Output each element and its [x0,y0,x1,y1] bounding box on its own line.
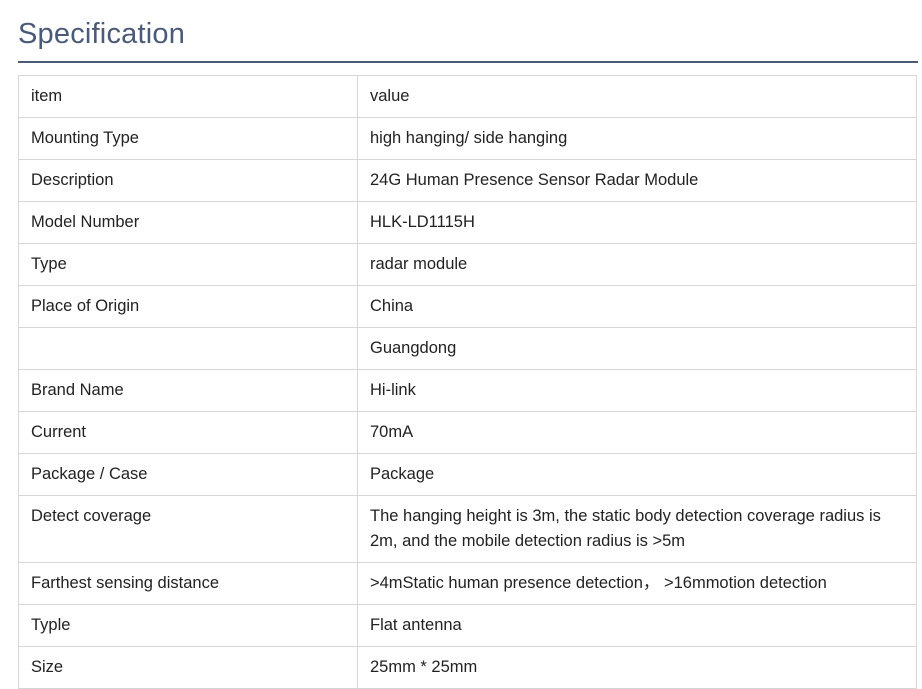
table-row: Brand Name Hi-link [18,369,917,412]
page-title: Specification [18,18,186,50]
cell-item: Model Number [18,201,358,244]
table-row: Size 25mm * 25mm [18,646,917,689]
table-row: Place of Origin China [18,285,917,328]
cell-item: Description [18,159,358,202]
cell-value: >4mStatic human presence detection， >16m… [357,562,917,605]
cell-item: Place of Origin [18,285,358,328]
table-row: item value [18,75,917,118]
cell-value: Flat antenna [357,604,917,647]
table-row: Package / Case Package [18,453,917,496]
cell-value: HLK-LD1115H [357,201,917,244]
cell-item: Detect coverage [18,495,358,563]
cell-value: 24G Human Presence Sensor Radar Module [357,159,917,202]
cell-value: China [357,285,917,328]
table-row: Detect coverage The hanging height is 3m… [18,495,917,563]
cell-item: item [18,75,358,118]
cell-item: Farthest sensing distance [18,562,358,605]
table-row: Type radar module [18,243,917,286]
table-row: Typle Flat antenna [18,604,917,647]
cell-value: value [357,75,917,118]
cell-value: 25mm * 25mm [357,646,917,689]
table-row: Model Number HLK-LD1115H [18,201,917,244]
cell-value: Hi-link [357,369,917,412]
cell-value: Guangdong [357,327,917,370]
cell-value: high hanging/ side hanging [357,117,917,160]
cell-item: Size [18,646,358,689]
cell-item: Typle [18,604,358,647]
cell-value: 70mA [357,411,917,454]
table-row: Description 24G Human Presence Sensor Ra… [18,159,917,202]
title-divider [18,61,918,63]
cell-item: Brand Name [18,369,358,412]
cell-item: Package / Case [18,453,358,496]
cell-item: Type [18,243,358,286]
table-row: Mounting Type high hanging/ side hanging [18,117,917,160]
cell-value: The hanging height is 3m, the static bod… [357,495,917,563]
table-row: Current 70mA [18,411,917,454]
cell-value: Package [357,453,917,496]
table-row: Guangdong [18,327,917,370]
specification-table: item value Mounting Type high hanging/ s… [18,75,917,689]
table-row: Farthest sensing distance >4mStatic huma… [18,562,917,605]
cell-item [18,327,358,370]
cell-item: Current [18,411,358,454]
cell-item: Mounting Type [18,117,358,160]
cell-value: radar module [357,243,917,286]
